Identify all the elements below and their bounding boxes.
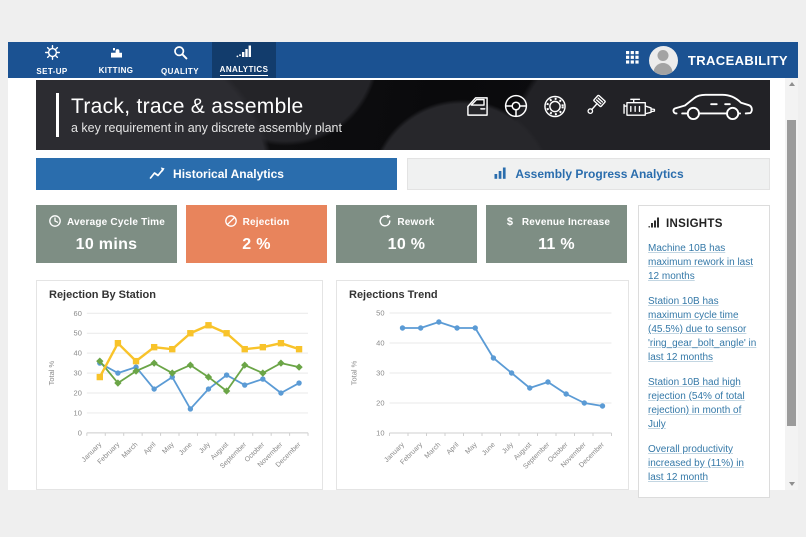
rejections-trend-chart: 1020304050Total %JanuaryFebruary March Apr… xyxy=(350,309,612,471)
hero-banner: Track, trace & assemble a key requiremen… xyxy=(36,80,770,150)
view-tabs: Historical Analytics Assembly Progress A… xyxy=(36,158,770,190)
svg-text:Total %: Total % xyxy=(47,360,56,385)
avatar-head xyxy=(657,49,669,61)
nav-right-group: TRACEABILITY xyxy=(625,42,798,78)
kpi-label: Revenue Increase xyxy=(521,217,611,228)
nav-tab-label: QUALITY xyxy=(161,66,199,76)
tab-assembly-progress-analytics[interactable]: Assembly Progress Analytics xyxy=(407,158,770,190)
kpi-rework: Rework 10 % xyxy=(336,205,477,263)
kpi-label: Rejection xyxy=(242,217,290,228)
svg-text:March: March xyxy=(424,441,443,460)
kpi-row: Average Cycle Time 10 mins Rejection 2 %… xyxy=(36,205,629,263)
engine-icon xyxy=(621,93,657,120)
page-content: Track, trace & assemble a key requiremen… xyxy=(8,78,798,498)
bar-chart-icon xyxy=(648,216,661,231)
svg-text:30: 30 xyxy=(376,369,384,378)
user-avatar[interactable] xyxy=(648,45,678,75)
line-chart-icon xyxy=(149,166,165,183)
insight-link[interactable]: Station 10B had high rejection (54% of t… xyxy=(648,376,760,432)
svg-text:May: May xyxy=(161,441,176,456)
insight-link[interactable]: Station 10B has maximum cycle time (45.5… xyxy=(648,295,760,365)
dollar-icon: $ xyxy=(503,214,517,231)
hero-icon-row xyxy=(465,90,756,122)
insights-panel: INSIGHTS Machine 10B has maximum rework … xyxy=(638,205,770,498)
chart-title: Rejections Trend xyxy=(349,289,438,301)
svg-text:March: March xyxy=(121,441,140,460)
svg-text:60: 60 xyxy=(74,309,82,318)
magnifier-icon xyxy=(173,45,188,65)
clock-icon xyxy=(48,214,62,231)
scrollbar-thumb[interactable] xyxy=(787,120,796,426)
hero-subtitle: a key requirement in any discrete assemb… xyxy=(71,121,342,136)
svg-text:50: 50 xyxy=(376,309,384,318)
svg-text:June: June xyxy=(178,441,194,457)
svg-text:10: 10 xyxy=(376,429,384,438)
tab-historical-analytics[interactable]: Historical Analytics xyxy=(36,158,397,190)
svg-text:Total %: Total % xyxy=(350,360,359,385)
kpi-value: 10 % xyxy=(387,236,426,253)
nav-tab-quality[interactable]: QUALITY xyxy=(148,42,212,78)
hero-title: Track, trace & assemble xyxy=(71,94,304,118)
hero-accent-bar xyxy=(56,93,59,137)
steering-wheel-icon xyxy=(503,93,529,119)
kpi-value: 11 % xyxy=(538,236,575,253)
nav-tab-label: ANALYTICS xyxy=(219,65,269,77)
app-window: SET-UP KITTING QUALITY ANALYTICS TRACEAB… xyxy=(8,42,798,498)
scroll-up-arrow-icon[interactable] xyxy=(785,78,798,90)
svg-text:10: 10 xyxy=(74,408,82,417)
svg-text:0: 0 xyxy=(78,428,82,437)
svg-text:May: May xyxy=(464,441,479,456)
svg-text:April: April xyxy=(143,441,158,456)
svg-text:June: June xyxy=(481,441,497,457)
charts-row: Rejection By Station 0 10 20 30 40 50 60 Total … xyxy=(36,280,629,490)
chart-title: Rejection By Station xyxy=(49,289,156,301)
svg-text:July: July xyxy=(501,441,515,455)
scroll-down-arrow-icon[interactable] xyxy=(785,478,798,490)
tab-label: Assembly Progress Analytics xyxy=(515,167,684,181)
insight-link[interactable]: Machine 10B has maximum rework in last 1… xyxy=(648,242,760,284)
nav-tab-setup[interactable]: SET-UP xyxy=(20,42,84,78)
top-navbar: SET-UP KITTING QUALITY ANALYTICS TRACEAB… xyxy=(8,42,798,78)
svg-text:20: 20 xyxy=(376,399,384,408)
nav-tab-kitting[interactable]: KITTING xyxy=(84,42,148,78)
tab-label: Historical Analytics xyxy=(173,167,284,181)
car-icon xyxy=(670,90,756,122)
tire-icon xyxy=(542,93,568,120)
kpi-label: Average Cycle Time xyxy=(66,217,166,228)
apps-grid-icon[interactable] xyxy=(625,51,639,69)
brand-logo[interactable]: TRACEABILITY xyxy=(688,53,788,68)
insight-link[interactable]: Overall productivity increased by (11%) … xyxy=(648,443,760,485)
kpi-rejection: Rejection 2 % xyxy=(186,205,327,263)
ban-icon xyxy=(224,214,238,231)
rejection-by-station-chart: 0102030405060Total %JanuaryFebruary March… xyxy=(47,309,309,470)
svg-text:$: $ xyxy=(507,216,513,228)
svg-text:40: 40 xyxy=(376,339,384,348)
bar-chart-icon xyxy=(236,44,252,63)
kpi-value: 2 % xyxy=(242,236,271,253)
kpi-average-cycle-time: Average Cycle Time 10 mins xyxy=(36,205,177,263)
kpi-label: Rework xyxy=(397,217,435,228)
bar-chart-icon xyxy=(493,166,507,183)
nav-tab-label: KITTING xyxy=(98,66,134,75)
car-door-icon xyxy=(465,95,490,118)
rejection-by-station-card: Rejection By Station 0 10 20 30 40 50 60 Total … xyxy=(36,280,323,490)
svg-text:20: 20 xyxy=(74,389,82,398)
avatar-shoulders xyxy=(653,62,673,75)
rejections-trend-card: Rejections Trend 10 20 30 40 50 Total % Januar… xyxy=(336,280,629,490)
svg-text:40: 40 xyxy=(74,349,82,358)
kpi-revenue-increase: $ Revenue Increase 11 % xyxy=(486,205,627,263)
vertical-scrollbar[interactable] xyxy=(785,78,798,490)
rework-icon xyxy=(378,214,392,231)
insights-heading: INSIGHTS xyxy=(666,217,723,230)
kitting-icon xyxy=(109,45,124,64)
nav-tab-label: SET-UP xyxy=(36,66,68,76)
svg-text:50: 50 xyxy=(74,329,82,338)
piston-icon xyxy=(581,93,608,120)
kpi-value: 10 mins xyxy=(75,236,138,253)
svg-text:30: 30 xyxy=(74,369,82,378)
svg-text:July: July xyxy=(198,441,212,455)
nav-tab-analytics[interactable]: ANALYTICS xyxy=(212,42,276,78)
gear-icon xyxy=(44,44,60,65)
svg-text:April: April xyxy=(446,441,461,456)
